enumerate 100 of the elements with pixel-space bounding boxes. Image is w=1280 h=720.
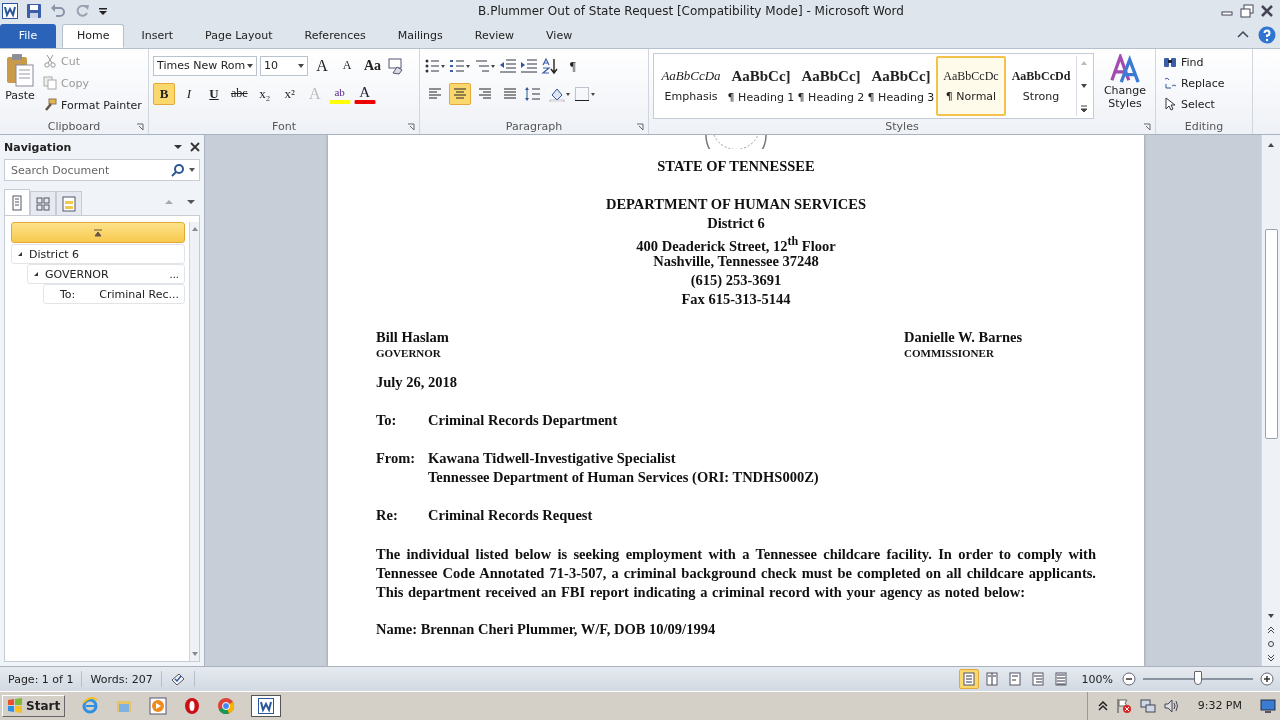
start-button[interactable]: Start (2, 695, 66, 717)
save-icon[interactable] (26, 2, 42, 19)
ribbon-tab[interactable]: Mailings (382, 23, 458, 48)
scrollbar[interactable] (1261, 135, 1280, 667)
borders-icon[interactable] (574, 85, 596, 102)
scroll-up-icon[interactable] (1267, 141, 1275, 150)
select-button[interactable]: Select (1160, 94, 1248, 114)
close-icon[interactable] (190, 142, 200, 153)
format-button[interactable]: x₂ (253, 82, 276, 105)
customize-toolbar-icon[interactable] (98, 5, 108, 16)
page-count[interactable]: Page: 1 of 1 (0, 671, 83, 688)
font-tool-button[interactable]: A (311, 54, 333, 77)
show-hidden-icons-icon[interactable] (1097, 701, 1108, 711)
view-button[interactable] (958, 669, 979, 690)
sort-icon[interactable] (541, 56, 559, 75)
search-field[interactable]: Search Document (9, 162, 167, 178)
dialog-launcher-icon[interactable] (407, 123, 415, 132)
dialog-launcher-icon[interactable] (136, 123, 144, 132)
more-icon[interactable] (1080, 104, 1088, 113)
replace-button[interactable]: Replace (1160, 73, 1248, 93)
scroll-down-icon[interactable] (1080, 81, 1088, 90)
proofing-icon[interactable] (169, 671, 186, 688)
format-button[interactable]: A (353, 83, 376, 104)
ribbon-tab[interactable]: File (0, 23, 56, 48)
expand-triangle-icon[interactable] (33, 272, 39, 277)
style-item[interactable]: AaBbCcDc ¶ Normal (936, 55, 1006, 116)
format-button[interactable]: abc (228, 82, 251, 105)
ribbon-tab[interactable]: Page Layout (190, 23, 288, 48)
dialog-launcher-icon[interactable] (636, 123, 644, 132)
zoom-out-icon[interactable] (1122, 672, 1136, 687)
word-logo-icon (258, 698, 275, 714)
format-painter-button[interactable]: Format Painter (40, 95, 145, 115)
bullets-icon[interactable] (424, 57, 446, 74)
expand-triangle-icon[interactable] (17, 252, 23, 257)
font-tool-button[interactable]: Aa (361, 54, 385, 77)
increase-indent-icon[interactable] (520, 56, 538, 75)
find-button[interactable]: Find (1160, 52, 1248, 72)
heading-item[interactable]: GOVERNOR ... (27, 264, 186, 285)
network-icon[interactable] (1139, 698, 1156, 714)
format-button[interactable]: U (203, 82, 225, 105)
ribbon-tab[interactable]: View (531, 23, 588, 48)
font-name-field[interactable]: Times New Rom (153, 55, 257, 76)
view-tab[interactable] (56, 191, 82, 216)
heading-item[interactable]: District 6 (11, 244, 186, 265)
search-icon[interactable] (171, 163, 185, 178)
ribbon-tab[interactable]: Home (62, 23, 125, 48)
dropdown-arrow-icon[interactable] (298, 63, 304, 68)
opera-icon[interactable] (183, 697, 202, 715)
view-icon (984, 672, 999, 687)
word-count[interactable]: Words: 207 (82, 671, 162, 688)
format-button[interactable]: ab (328, 83, 351, 104)
zoom-level[interactable]: 100% (1081, 672, 1113, 686)
next-page-icon[interactable] (1267, 654, 1275, 663)
style-item[interactable]: AaBbCc] ¶ Heading 1 (726, 55, 796, 116)
speaker-icon[interactable] (1163, 698, 1180, 714)
word-logo-icon[interactable] (2, 2, 18, 19)
numbering-icon[interactable] (449, 57, 471, 74)
binoculars-icon (1163, 55, 1177, 70)
clock[interactable]: 9:32 PM (1197, 699, 1242, 713)
ribbon-tab[interactable]: Review (459, 23, 530, 48)
close-icon[interactable] (1260, 3, 1274, 18)
style-item[interactable]: AaBbCcDd Strong (1006, 55, 1076, 116)
show-formatting-button[interactable]: ¶ (562, 54, 584, 77)
change-styles-button[interactable]: Change Styles (1100, 52, 1150, 120)
paste-button[interactable]: Paste (4, 51, 36, 120)
browse-object-icon[interactable] (1267, 640, 1275, 649)
style-item[interactable]: AaBbCcDa Emphasis (656, 55, 726, 116)
dropdown-arrow-icon[interactable] (189, 168, 195, 173)
field-label: From: (376, 450, 417, 469)
multilevel-list-icon[interactable] (474, 57, 496, 74)
search-box[interactable]: Search Document (4, 159, 200, 182)
dropdown-arrow-icon[interactable] (247, 63, 253, 68)
dialog-launcher-icon[interactable] (1143, 123, 1151, 132)
zoom-in-icon[interactable] (1260, 672, 1274, 687)
format-button[interactable]: I (178, 82, 200, 105)
ribbon-tab[interactable]: Insert (126, 23, 189, 48)
media-player-icon[interactable] (149, 697, 168, 715)
field-value: Kawana Tidwell-Investigative Specialist (428, 450, 676, 469)
font-tool-button[interactable]: A (336, 54, 358, 77)
cursor-icon (1163, 97, 1177, 112)
zoom-slider-thumb[interactable] (1194, 671, 1202, 686)
pane-menu-icon[interactable] (174, 143, 182, 152)
align-button[interactable] (449, 82, 471, 105)
chrome-icon[interactable] (217, 697, 236, 715)
decrease-indent-icon[interactable] (499, 56, 517, 75)
ribbon-tab[interactable]: References (289, 23, 381, 48)
heading-item[interactable]: To: Criminal Rec... (43, 284, 186, 305)
restore-icon[interactable] (1240, 3, 1254, 18)
flag-warning-icon[interactable] (1115, 698, 1132, 714)
style-item[interactable]: AaBbCc] ¶ Heading 2 (796, 55, 866, 116)
format-button[interactable]: x² (278, 82, 301, 105)
help-icon[interactable] (1258, 25, 1276, 44)
show-desktop-icon[interactable] (1260, 698, 1276, 714)
word-taskbar-button[interactable] (251, 695, 282, 717)
view-tab[interactable] (30, 191, 56, 216)
style-item[interactable]: AaBbCc] ¶ Heading 3 (866, 55, 936, 116)
previous-page-icon[interactable] (1267, 626, 1275, 635)
format-button[interactable]: B (153, 82, 175, 105)
font-size-field[interactable]: 10 (260, 55, 308, 76)
field-value: Tennessee Department of Human Services (ORI: TNDHS000Z) (428, 469, 819, 488)
